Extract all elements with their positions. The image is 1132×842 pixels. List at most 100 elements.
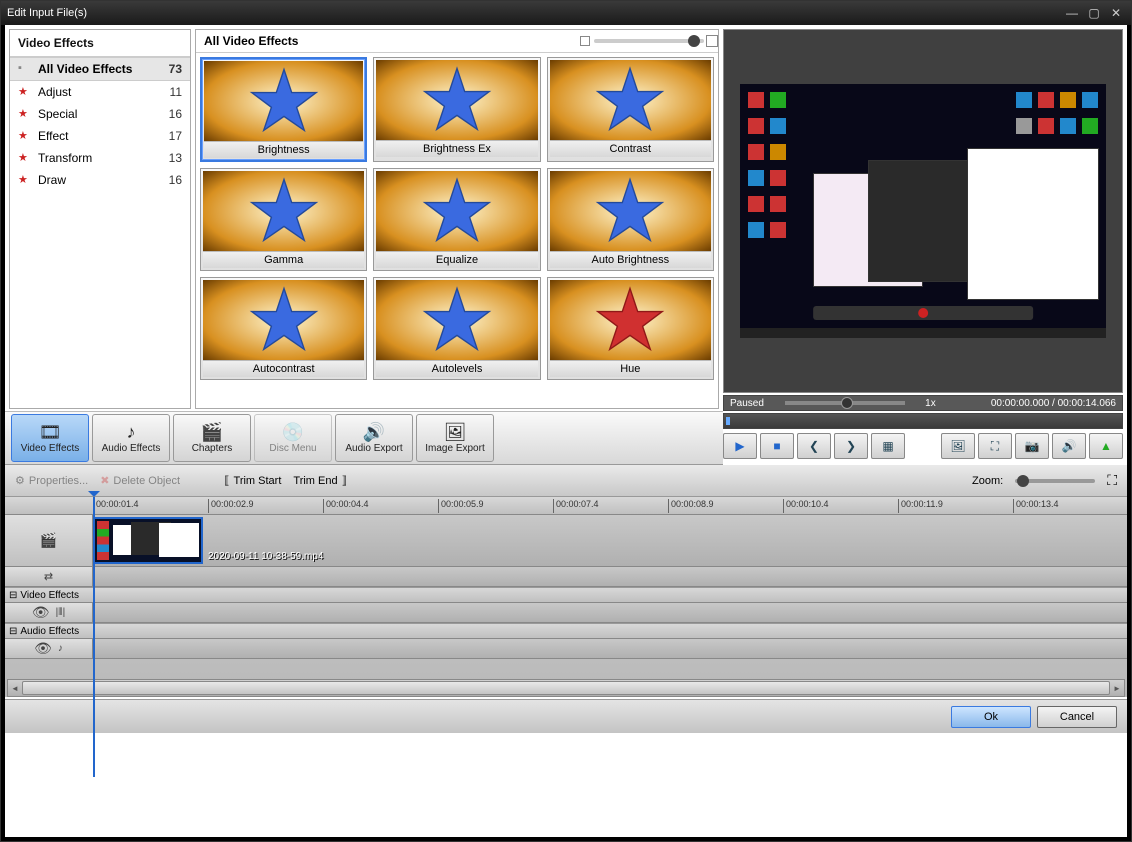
video-effects-section[interactable]: ⊟Video Effects <box>5 587 1127 603</box>
category-item[interactable]: ★ Adjust11 <box>10 81 190 103</box>
audio-fx-icon[interactable]: ♪ <box>58 643 63 654</box>
prev-frame-button[interactable]: ❮ <box>797 433 831 459</box>
ruler-mark: 00:00:13.4 <box>1013 499 1059 513</box>
video-effects-button[interactable]: 🎞Video Effects <box>11 414 89 462</box>
category-item[interactable]: ★Transform13 <box>10 147 190 169</box>
effect-thumbnail[interactable]: Brightness <box>200 57 367 162</box>
effect-thumbnail[interactable]: Brightness Ex <box>373 57 540 162</box>
video-fx-track[interactable] <box>93 603 1127 622</box>
effect-preview <box>203 171 364 251</box>
next-frame-button[interactable]: ❯ <box>834 433 868 459</box>
seek-bar[interactable] <box>723 413 1123 429</box>
trim-end-icon: ⟧ <box>342 474 347 487</box>
collapse-icon: ⊟ <box>9 590 17 601</box>
category-item[interactable]: ▪All Video Effects73 <box>10 57 190 81</box>
effect-preview <box>203 280 364 360</box>
zoom-fit-icon[interactable]: ⛶ <box>1107 472 1117 489</box>
video-track[interactable]: 2020-09-11 10-38-59.mp4 <box>93 515 1127 566</box>
collapse-icon: ⊟ <box>9 626 17 637</box>
tool-icon: 💿 <box>282 421 304 443</box>
effect-label: Autocontrast <box>203 360 364 377</box>
tool-label: Chapters <box>192 443 233 454</box>
tool-icon: ♪ <box>127 421 136 443</box>
tool-icon: 🔊 <box>363 421 385 443</box>
play-button[interactable]: ▶ <box>723 433 757 459</box>
effect-thumbnail[interactable]: Equalize <box>373 168 540 271</box>
category-item[interactable]: ★ Special16 <box>10 103 190 125</box>
image-export-button[interactable]: 🖼Image Export <box>416 414 494 462</box>
volume-button[interactable]: 🔊 <box>1052 433 1086 459</box>
trim-end-button[interactable]: Trim End⟧ <box>293 474 347 487</box>
timeline-scrollbar[interactable] <box>7 679 1125 697</box>
properties-button: ⚙Properties... <box>15 474 88 487</box>
category-label: Transform <box>38 151 169 165</box>
effect-thumbnail[interactable]: Hue <box>547 277 714 380</box>
effect-thumbnail[interactable]: Contrast <box>547 57 714 162</box>
trim-start-button[interactable]: ⟦Trim Start <box>224 474 281 487</box>
video-clip[interactable] <box>93 517 203 564</box>
effect-preview <box>376 280 537 360</box>
snapshot-button[interactable]: 🖼 <box>941 433 975 459</box>
effect-label: Auto Brightness <box>550 251 711 268</box>
transition-track[interactable] <box>93 567 1127 586</box>
audio-export-button[interactable]: 🔊Audio Export <box>335 414 413 462</box>
tool-label: Disc Menu <box>269 443 316 454</box>
timeline: 00:00:01.400:00:02.900:00:04.400:00:05.9… <box>5 497 1127 697</box>
audio-fx-track[interactable] <box>93 639 1127 658</box>
effect-thumbnail[interactable]: Autolevels <box>373 277 540 380</box>
window-title: Edit Input File(s) <box>7 7 1063 19</box>
audio-effects-section[interactable]: ⊟Audio Effects <box>5 623 1127 639</box>
ruler-mark: 00:00:02.9 <box>208 499 254 513</box>
ruler-mark: 00:00:07.4 <box>553 499 599 513</box>
playhead[interactable] <box>93 497 95 777</box>
clip-button[interactable]: ▦ <box>871 433 905 459</box>
speed-slider[interactable] <box>841 397 853 409</box>
star-icon: ★ <box>18 129 32 143</box>
category-label: Special <box>38 107 169 121</box>
maximize-icon[interactable]: ▢ <box>1085 6 1103 20</box>
close-icon[interactable]: ✕ <box>1107 6 1125 20</box>
stop-button[interactable]: ■ <box>760 433 794 459</box>
effect-thumbnail[interactable]: Auto Brightness <box>547 168 714 271</box>
preview-frame <box>740 84 1106 337</box>
audio-effects-button[interactable]: ♪Audio Effects <box>92 414 170 462</box>
ok-button[interactable]: Ok <box>951 706 1031 728</box>
eye-icon[interactable]: 👁 <box>34 640 52 657</box>
zoom-slider[interactable] <box>1015 479 1095 483</box>
star-icon: ★ <box>18 173 32 187</box>
volume-up-icon[interactable]: ▲ <box>1089 433 1123 459</box>
mode-toolbar: 🎞Video Effects♪Audio Effects🎬Chapters💿Di… <box>5 411 723 465</box>
camera-icon[interactable]: 📷 <box>1015 433 1049 459</box>
thumbnail-size-slider[interactable] <box>594 39 704 43</box>
category-count: 16 <box>169 173 182 187</box>
category-item[interactable]: ★Draw16 <box>10 169 190 191</box>
playback-status: Paused <box>730 398 785 409</box>
star-icon: ★ <box>18 85 32 99</box>
disc-menu-button: 💿Disc Menu <box>254 414 332 462</box>
effect-label: Autolevels <box>376 360 537 377</box>
cancel-button[interactable]: Cancel <box>1037 706 1117 728</box>
gear-icon: ⚙ <box>15 474 25 487</box>
effect-thumbnail[interactable]: Gamma <box>200 168 367 271</box>
star-icon: ★ <box>18 107 32 121</box>
effect-label: Brightness <box>204 141 363 158</box>
category-label: All Video Effects <box>38 62 169 76</box>
effect-thumbnail[interactable]: Autocontrast <box>200 277 367 380</box>
eye-icon[interactable]: 👁 <box>32 604 50 621</box>
categories-header: Video Effects <box>10 30 190 57</box>
category-count: 11 <box>170 85 182 99</box>
playback-position: 00:00:00.000 <box>991 398 1049 409</box>
minimize-icon[interactable]: — <box>1063 6 1081 20</box>
category-label: Effect <box>38 129 169 143</box>
playback-speed: 1x <box>925 398 936 409</box>
ruler-mark: 00:00:11.9 <box>898 499 943 513</box>
category-item[interactable]: ★Effect17 <box>10 125 190 147</box>
delete-object-button: ✖Delete Object <box>100 474 180 487</box>
time-ruler[interactable]: 00:00:01.400:00:02.900:00:04.400:00:05.9… <box>5 497 1127 515</box>
chapters-button[interactable]: 🎬Chapters <box>173 414 251 462</box>
effects-header: All Video Effects <box>204 34 588 48</box>
category-label: Adjust <box>38 85 170 99</box>
category-count: 16 <box>169 107 182 121</box>
fullscreen-button[interactable]: ⛶ <box>978 433 1012 459</box>
fx-icon[interactable]: |⦀| <box>56 607 66 618</box>
